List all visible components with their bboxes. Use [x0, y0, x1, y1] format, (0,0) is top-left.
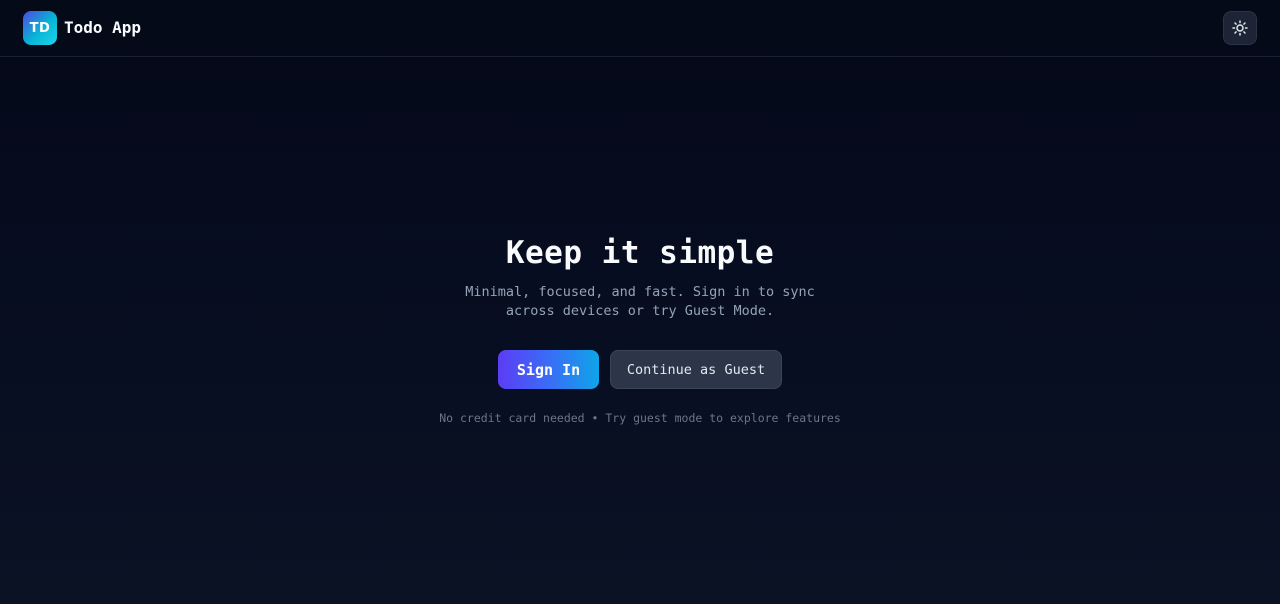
sign-in-button[interactable]: Sign In — [498, 350, 599, 389]
app-logo[interactable]: TD — [23, 11, 57, 45]
footnote: No credit card needed • Try guest mode t… — [439, 411, 841, 425]
hero-subtitle: Minimal, focused, and fast. Sign in to s… — [440, 283, 840, 321]
theme-toggle-button[interactable] — [1223, 11, 1257, 45]
logo-text: TD — [29, 20, 51, 36]
hero-subtitle-line-1: Minimal, focused, and fast. Sign in to s… — [465, 284, 815, 300]
hero-subtitle-line-2: across devices or try Guest Mode. — [505, 303, 775, 319]
top-bar: TD Todo App — [0, 0, 1280, 57]
hero-title: Keep it simple — [505, 235, 775, 271]
sun-icon — [1232, 20, 1248, 36]
continue-as-guest-button[interactable]: Continue as Guest — [610, 350, 782, 389]
app-title[interactable]: Todo App — [64, 18, 141, 38]
